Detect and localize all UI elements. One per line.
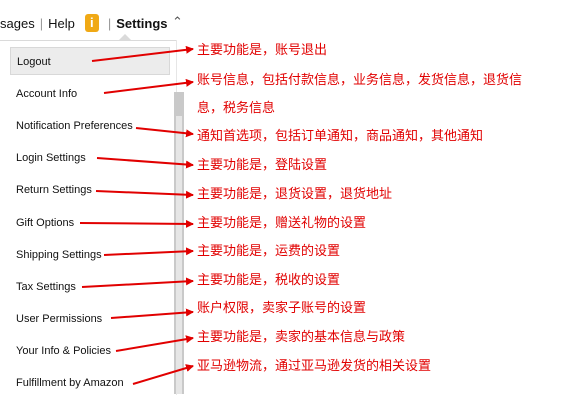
annotation-arrow — [103, 78, 194, 94]
annotation-account-info-line1: 账号信息，包括付款信息，业务信息，发货信息，退货信 — [197, 72, 523, 87]
annotation-login-settings: 主要功能是，登陆设置 — [197, 157, 328, 172]
annotation-shipping-settings: 主要功能是，运费的设置 — [197, 243, 341, 258]
annotation-logout: 主要功能是，账号退出 — [197, 42, 328, 57]
annotation-your-info-policies: 主要功能是，卖家的基本信息与政策 — [197, 329, 406, 344]
annotation-account-info-line2: 息，税务信息 — [197, 100, 276, 115]
annotation-arrow — [103, 247, 194, 256]
annotation-notification-preferences: 通知首选项，包括订单通知，商品通知，其他通知 — [197, 128, 484, 143]
annotation-arrow — [81, 277, 194, 288]
annotation-arrow — [91, 45, 194, 62]
annotation-arrow — [115, 335, 194, 352]
annotation-arrow — [79, 219, 194, 228]
annotation-gift-options: 主要功能是，赠送礼物的设置 — [197, 215, 367, 230]
annotation-arrow — [96, 157, 194, 169]
annotation-arrow — [135, 127, 194, 138]
annotation-fulfillment-by-amazon: 亚马逊物流，通过亚马逊发货的相关设置 — [197, 358, 432, 373]
annotation-user-permissions: 账户权限，卖家子账号的设置 — [197, 300, 367, 315]
annotation-tax-settings: 主要功能是，税收的设置 — [197, 272, 341, 287]
annotation-arrow — [132, 364, 194, 385]
annotation-arrow — [110, 308, 194, 319]
annotation-return-settings: 主要功能是，退货设置，退货地址 — [197, 186, 393, 201]
annotation-arrow — [95, 190, 194, 199]
